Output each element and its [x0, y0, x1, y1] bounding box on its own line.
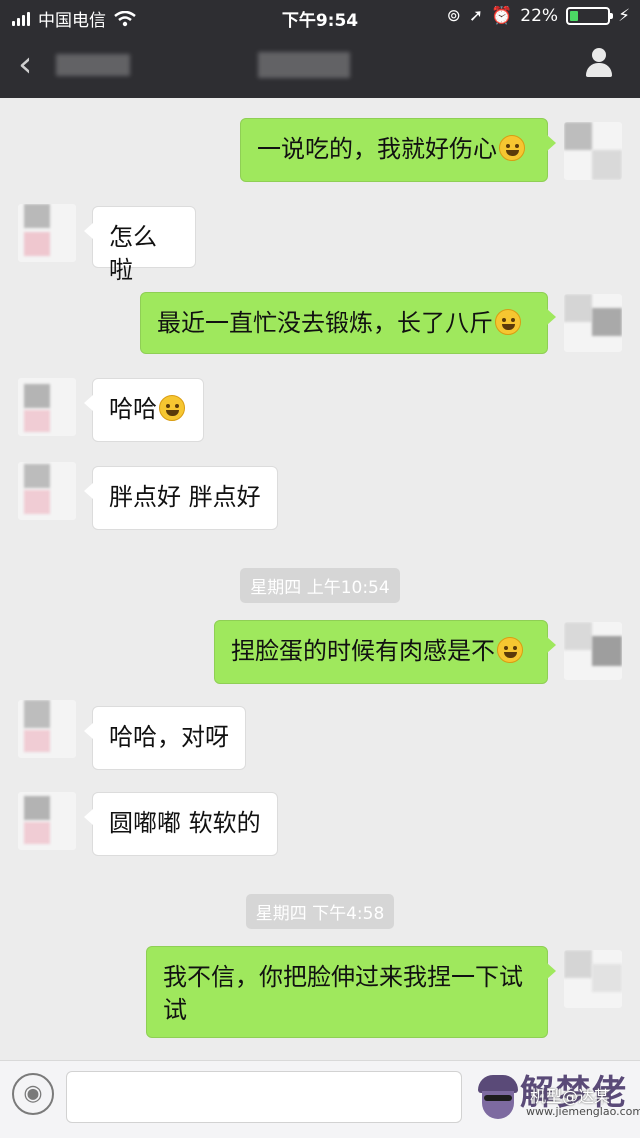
message-bubble-outgoing[interactable]: 捏脸蛋的时候有肉感是不 — [214, 620, 556, 684]
grin-emoji-icon — [159, 395, 185, 421]
avatar[interactable] — [18, 378, 76, 436]
message-bubble-outgoing[interactable]: 一说吃的，我就好伤心 — [240, 118, 556, 182]
message-bubble-incoming[interactable]: 胖点好 胖点好 — [84, 466, 278, 530]
message-bubble-incoming[interactable]: 哈哈，对呀 — [84, 706, 246, 770]
avatar[interactable] — [564, 622, 622, 680]
message-bubble-incoming[interactable]: 哈哈 — [84, 378, 204, 442]
charging-icon: ⚡ — [618, 6, 630, 26]
top-bar: 中国电信 下午9:54 ⊚ ➚ ⏰ 22% ⚡ ‹ — [0, 0, 640, 98]
blurred-chat-title — [258, 52, 350, 78]
avatar[interactable] — [18, 792, 76, 850]
watermark-logo-icon — [470, 1069, 526, 1125]
input-bar: ◉ 解梦佬 机型@达某 www.jiemenglao.com — [0, 1060, 640, 1138]
battery-icon — [566, 7, 614, 25]
message-bubble-incoming[interactable]: 怎么啦 — [84, 206, 196, 284]
avatar[interactable] — [18, 700, 76, 758]
avatar[interactable] — [564, 294, 622, 352]
watermark-overlay: 机型@达某 — [530, 1087, 611, 1106]
voice-icon[interactable]: ◉ — [12, 1073, 54, 1115]
status-right: ⊚ ➚ ⏰ 22% ⚡ — [447, 6, 630, 26]
nav-bar: ‹ — [0, 34, 640, 98]
grimace-emoji-icon — [499, 135, 525, 161]
rotation-lock-icon: ⊚ — [446, 6, 461, 26]
location-icon: ➚ — [468, 6, 484, 26]
message-bubble-outgoing[interactable]: 我不信，你把脸伸过来我捏一下试试 — [146, 946, 556, 1038]
alarm-icon: ⏰ — [491, 6, 513, 26]
blurred-back-label — [56, 54, 130, 76]
message-bubble-incoming[interactable]: 圆嘟嘟 软软的 — [84, 792, 278, 856]
smile-emoji-icon — [497, 637, 523, 663]
message-bubble-outgoing[interactable]: 最近一直忙没去锻炼，长了八斤 — [140, 292, 556, 354]
watermark-url: www.jiemenglao.com — [526, 1105, 640, 1118]
chevron-left-icon[interactable]: ‹ — [18, 47, 48, 83]
battery-percent: 22% — [520, 6, 559, 26]
status-bar: 中国电信 下午9:54 ⊚ ➚ ⏰ 22% ⚡ — [0, 0, 640, 34]
avatar[interactable] — [564, 950, 622, 1008]
chat-area[interactable]: 一说吃的，我就好伤心 怎么啦 最近一直忙没去锻炼，长了八斤 哈哈 胖点好 胖点好… — [0, 98, 640, 1060]
person-icon[interactable] — [584, 48, 614, 80]
avatar[interactable] — [18, 204, 76, 262]
avatar[interactable] — [18, 462, 76, 520]
message-input[interactable] — [66, 1071, 462, 1123]
avatar[interactable] — [564, 122, 622, 180]
timestamp: 星期四 下午4:58 — [0, 894, 640, 929]
laugh-cry-emoji-icon — [495, 309, 521, 335]
timestamp: 星期四 上午10:54 — [0, 568, 640, 603]
